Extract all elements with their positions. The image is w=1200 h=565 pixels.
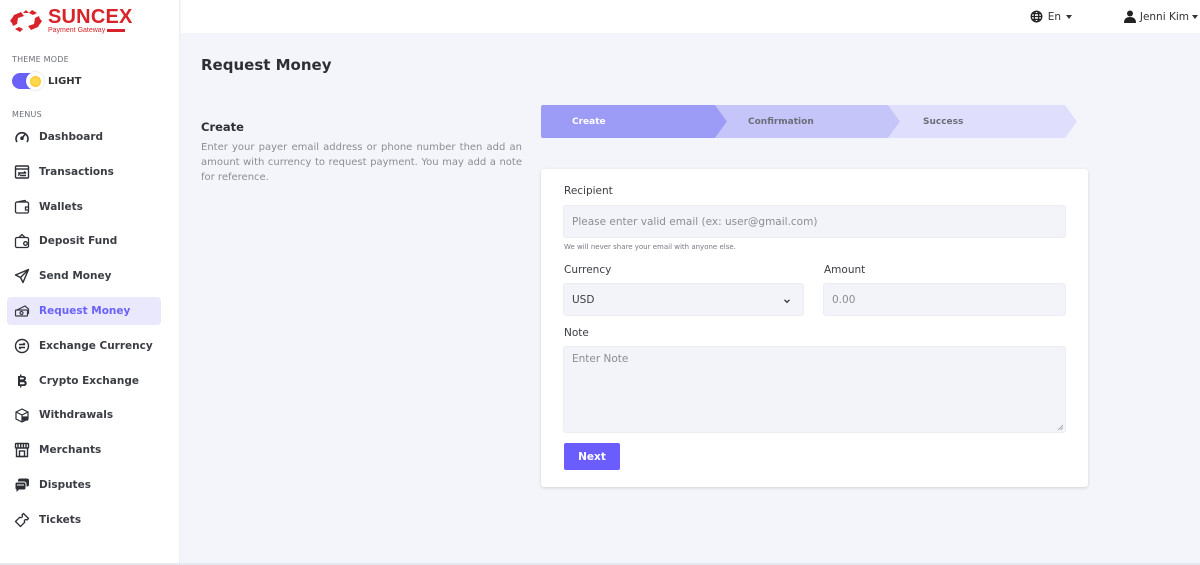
currency-select[interactable]: USD: [563, 283, 804, 316]
sidebar: SUNCEX Payment Gateway THEME MODE LIGHT …: [0, 0, 180, 565]
amount-label: Amount: [824, 264, 866, 276]
user-menu[interactable]: Jenni Kim: [1123, 10, 1198, 23]
sidebar-item-label: Tickets: [39, 513, 82, 526]
theme-mode-label: THEME MODE: [12, 55, 69, 64]
recipient-help-text: We will never share your email with anyo…: [564, 243, 736, 251]
sidebar-item-deposit-fund[interactable]: Deposit Fund: [7, 227, 161, 255]
progress-stepper: Create Confirmation Success: [541, 105, 1081, 138]
amount-placeholder: 0.00: [832, 293, 856, 306]
sidebar-item-label: Wallets: [39, 200, 83, 213]
sidebar-item-label: Request Money: [39, 304, 131, 317]
chat-icon: [13, 476, 31, 494]
recipient-placeholder: Please enter valid email (ex: user@gmail…: [572, 215, 818, 228]
sidebar-item-send-money[interactable]: Send Money: [7, 262, 161, 290]
chevron-down-icon: [784, 299, 790, 304]
ticket-icon: [13, 511, 31, 529]
top-bar: En Jenni Kim: [181, 0, 1200, 33]
store-icon: [13, 441, 31, 459]
deposit-icon: [13, 232, 31, 250]
note-textarea[interactable]: Enter Note: [563, 346, 1066, 433]
exchange-icon: [13, 337, 31, 355]
sidebar-item-label: Merchants: [39, 444, 102, 457]
toggle-knob: [26, 72, 44, 90]
sidebar-item-dashboard[interactable]: Dashboard: [7, 123, 161, 151]
sidebar-item-tickets[interactable]: Tickets: [7, 506, 161, 534]
next-button[interactable]: Next: [564, 443, 620, 470]
wallet-icon: [13, 198, 31, 216]
sidebar-item-label: Exchange Currency: [39, 339, 153, 352]
resize-grip-icon[interactable]: [1057, 424, 1063, 430]
sidebar-item-withdrawals[interactable]: Withdrawals: [7, 401, 161, 429]
suncex-logo-icon: [10, 9, 42, 32]
theme-mode-value: LIGHT: [48, 75, 82, 87]
sidebar-item-label: Withdrawals: [39, 409, 114, 422]
sidebar-item-label: Send Money: [39, 270, 112, 283]
sidebar-item-exchange-currency[interactable]: Exchange Currency: [7, 332, 161, 360]
page-title: Request Money: [201, 56, 332, 74]
caret-down-icon: [1066, 14, 1072, 19]
recipient-label: Recipient: [564, 185, 613, 197]
sidebar-item-label: Transactions: [39, 165, 114, 178]
speedometer-icon: [13, 128, 31, 146]
sidebar-item-transactions[interactable]: Transactions: [7, 158, 161, 186]
brand-logo[interactable]: SUNCEX Payment Gateway: [8, 7, 133, 34]
theme-mode-row: LIGHT: [12, 72, 82, 90]
amount-input[interactable]: 0.00: [823, 283, 1066, 316]
step-label: Create: [572, 116, 606, 127]
sidebar-item-crypto-exchange[interactable]: Crypto Exchange: [7, 367, 161, 395]
note-placeholder: Enter Note: [572, 353, 629, 365]
sidebar-item-wallets[interactable]: Wallets: [7, 193, 161, 221]
sidebar-item-disputes[interactable]: Disputes: [7, 471, 161, 499]
money-icon: [13, 302, 31, 320]
currency-label: Currency: [564, 264, 612, 276]
step-label: Confirmation: [748, 116, 814, 127]
user-name: Jenni Kim: [1139, 10, 1189, 23]
language-dropdown[interactable]: En: [1030, 10, 1072, 23]
sidebar-item-request-money[interactable]: Request Money: [7, 296, 161, 325]
menus-label: MENUS: [12, 110, 42, 119]
brand-tagline: Payment Gateway: [48, 27, 106, 34]
globe-icon: [1030, 10, 1043, 23]
step-label: Success: [923, 116, 964, 127]
tagline-bar: [107, 29, 126, 32]
note-label: Note: [564, 327, 589, 339]
section-description: Enter your payer email address or phone …: [201, 142, 522, 183]
sidebar-item-label: Disputes: [39, 478, 91, 491]
paper-plane-icon: [13, 267, 31, 285]
step-success: Success: [888, 105, 1077, 138]
brand-name: SUNCEX: [48, 6, 133, 28]
currency-value: USD: [572, 293, 595, 306]
sidebar-item-label: Crypto Exchange: [39, 374, 139, 387]
sidebar-item-label: Dashboard: [39, 131, 104, 143]
request-money-form: Recipient Please enter valid email (ex: …: [541, 169, 1088, 487]
bitcoin-icon: [13, 372, 31, 390]
transactions-icon: [13, 163, 31, 181]
sidebar-item-label: Deposit Fund: [39, 235, 118, 248]
sidebar-item-merchants[interactable]: Merchants: [7, 436, 161, 464]
step-confirmation: Confirmation: [715, 105, 900, 138]
step-create: Create: [541, 105, 727, 138]
user-icon: [1123, 10, 1136, 23]
section-title: Create: [201, 120, 244, 134]
box-icon: [13, 406, 31, 424]
caret-down-icon: [1192, 14, 1198, 19]
recipient-input[interactable]: Please enter valid email (ex: user@gmail…: [563, 205, 1066, 238]
sun-icon: [29, 75, 41, 87]
language-value: En: [1047, 10, 1061, 23]
theme-toggle[interactable]: [12, 72, 44, 90]
sidebar-menu: Dashboard Transactions Wallets Deposit F…: [7, 123, 161, 541]
